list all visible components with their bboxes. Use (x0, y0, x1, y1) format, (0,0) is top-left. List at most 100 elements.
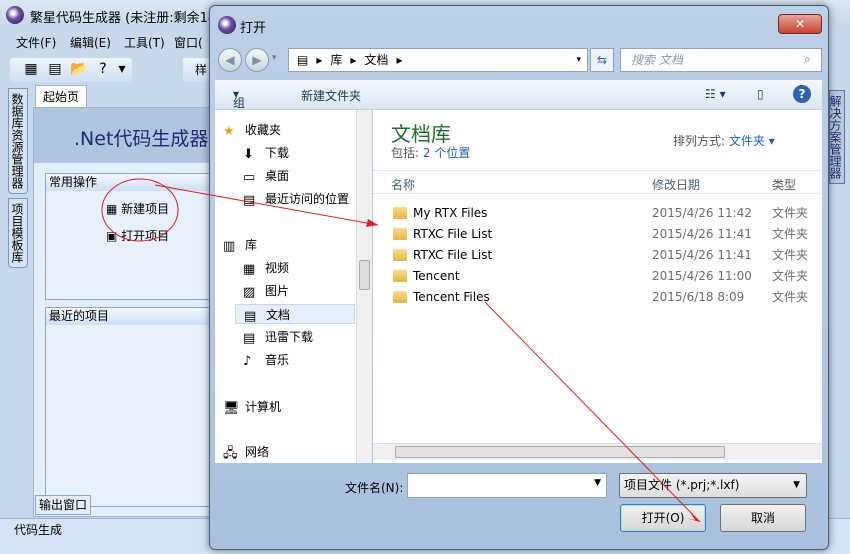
column-date[interactable]: 修改日期 (652, 176, 700, 193)
back-button[interactable]: ◀ (218, 48, 242, 72)
file-name: Tencent Files (413, 290, 490, 304)
toolbar2-label[interactable]: 样 (195, 63, 207, 77)
horizontal-scrollbar[interactable] (373, 443, 822, 460)
nav-label: 最近访问的位置 (265, 192, 350, 206)
new-folder-button[interactable]: 新建文件夹 (301, 87, 361, 104)
folder-icon: ▤ (243, 331, 256, 346)
recent-locations-dropdown[interactable]: ▾ (272, 53, 277, 63)
sort-by: 排列方式: 文件夹 ▾ (673, 132, 775, 149)
nav-label: 库 (245, 238, 258, 252)
new-project-icon: ▦ (106, 202, 122, 216)
video-icon: ▦ (243, 262, 256, 277)
tab-output-window[interactable]: 输出窗口 (35, 495, 91, 515)
nav-label: 收藏夹 (245, 123, 282, 137)
nav-libraries[interactable]: ▥ 库 (215, 235, 360, 255)
view-options-icon[interactable]: ☷ ▾ (705, 87, 726, 101)
menu-bar: 文件(F) 编辑(E) 工具(T) 窗口( (0, 32, 207, 54)
save-all-icon[interactable]: ▤ (46, 61, 64, 79)
breadcrumb-documents[interactable]: 文档 (364, 53, 388, 67)
scroll-thumb[interactable] (395, 446, 725, 458)
chevron-down-icon: ▼ (793, 480, 800, 490)
breadcrumb-libraries[interactable]: 库 (330, 53, 342, 67)
nav-label: 桌面 (265, 169, 290, 183)
filename-label: 文件名(N): (345, 481, 404, 495)
filetype-select[interactable]: 项目文件 (*.prj;*.lxf) ▼ (619, 473, 807, 498)
file-list-pane: 文档库 包括: 2 个位置 排列方式: 文件夹 ▾ 名称 修改日期 类型 My … (373, 110, 822, 463)
organize-button[interactable]: 组织 ▾ (233, 87, 245, 127)
sort-dropdown[interactable]: 文件夹 ▾ (729, 134, 775, 148)
refresh-button[interactable]: ⇆ (590, 48, 614, 72)
nav-computer[interactable]: 🖥 计算机 (215, 397, 360, 417)
menu-edit[interactable]: 编辑(E) (70, 32, 111, 54)
file-row[interactable]: RTXC File List 2015/4/26 11:41 文件夹 (373, 245, 822, 266)
search-icon: ⌕ (804, 52, 811, 66)
scroll-thumb[interactable] (359, 260, 370, 290)
nav-scrollbar[interactable] (356, 110, 372, 463)
main-toolbar: ▦ ▤ 📂? ▾ (10, 58, 132, 82)
picture-icon: ▨ (243, 285, 256, 300)
tab-database-explorer[interactable]: 数据库资源管理器 (8, 88, 28, 194)
nav-documents[interactable]: ▤ 文档 (235, 304, 355, 324)
column-headers: 名称 修改日期 类型 (373, 170, 822, 194)
folder-icon (393, 249, 407, 261)
tab-start-page[interactable]: 起始页 (35, 85, 87, 107)
nav-label: 迅雷下载 (265, 330, 314, 344)
address-bar[interactable]: ▤ ▸ 库 ▸ 文档 ▸ ▾ (288, 48, 588, 72)
file-date: 2015/6/18 8:09 (652, 290, 745, 304)
file-type: 文件夹 (772, 269, 809, 283)
nav-network[interactable]: 🖧 网络 (215, 442, 360, 462)
cancel-button[interactable]: 取消 (720, 504, 806, 532)
help-icon[interactable]: ? (793, 85, 811, 103)
includes-link[interactable]: 2 个位置 (423, 146, 470, 160)
file-row[interactable]: RTXC File List 2015/4/26 11:41 文件夹 (373, 224, 822, 245)
tab-solution-explorer[interactable]: 解决方案管理器 (828, 90, 845, 184)
menu-window[interactable]: 窗口( (174, 32, 203, 54)
help-icon[interactable]: ? (94, 61, 112, 79)
file-row[interactable]: Tencent Files 2015/6/18 8:09 文件夹 (373, 287, 822, 308)
nav-label: 计算机 (245, 400, 282, 414)
filename-input[interactable]: ▼ (407, 473, 607, 498)
nav-label: 音乐 (265, 353, 290, 367)
column-type[interactable]: 类型 (772, 176, 796, 193)
filename-dropdown-icon[interactable]: ▼ (594, 478, 601, 488)
file-row[interactable]: Tencent 2015/4/26 11:00 文件夹 (373, 266, 822, 287)
file-date: 2015/4/26 11:41 (652, 227, 752, 241)
document-icon: ▤ (244, 309, 257, 324)
address-dropdown-icon[interactable]: ▾ (576, 49, 581, 71)
open-button[interactable]: 打开(O) (620, 504, 706, 532)
music-icon: ♪ (243, 354, 252, 369)
nav-favorites[interactable]: ★ 收藏夹 (215, 120, 360, 140)
search-input[interactable]: 搜索 文档 (620, 48, 822, 72)
new-project-icon[interactable]: ▦ (22, 61, 40, 79)
document-icon: ▤ (297, 53, 309, 67)
new-project-link[interactable]: ▦ 新建项目 (106, 200, 169, 217)
common-ops-panel: 常用操作 ▦ 新建项目 ▣ 打开项目 (45, 173, 215, 300)
menu-file[interactable]: 文件(F) (16, 32, 56, 54)
desktop-icon: ▭ (243, 170, 256, 185)
left-dock-tabs: 数据库资源管理器 项目模板库 (8, 88, 28, 272)
preview-pane-icon[interactable]: ▯ (757, 87, 764, 101)
start-page: .Net代码生成器 常用操作 ▦ 新建项目 ▣ 打开项目 最近的项目 (33, 107, 215, 517)
library-icon: ▥ (223, 239, 236, 254)
breadcrumb-sep: ▸ (396, 53, 403, 67)
sort-label: 排列方式: (673, 134, 726, 148)
star-icon: ★ (223, 124, 235, 139)
toolbar-overflow-icon[interactable]: ▾ (118, 61, 126, 79)
file-date: 2015/4/26 11:00 (652, 269, 752, 283)
file-type: 文件夹 (772, 248, 809, 262)
main-title: 繁星代码生成器 (未注册:剩余14天 (30, 11, 230, 26)
column-name[interactable]: 名称 (391, 176, 415, 193)
breadcrumb-sep: ▸ (350, 53, 357, 67)
folder-icon (393, 291, 407, 303)
forward-button[interactable]: ▶ (245, 48, 269, 72)
close-button[interactable]: ✕ (778, 14, 822, 34)
nav-label: 图片 (265, 284, 290, 298)
recent-title: 最近的项目 (46, 308, 214, 325)
file-row[interactable]: My RTX Files 2015/4/26 11:42 文件夹 (373, 203, 822, 224)
open-folder-icon[interactable]: 📂 (70, 61, 88, 79)
open-project-link[interactable]: ▣ 打开项目 (106, 227, 169, 244)
tab-project-templates[interactable]: 项目模板库 (8, 198, 28, 268)
file-date: 2015/4/26 11:42 (652, 206, 752, 220)
menu-tools[interactable]: 工具(T) (124, 32, 165, 54)
library-title: 文档库 (391, 122, 451, 146)
